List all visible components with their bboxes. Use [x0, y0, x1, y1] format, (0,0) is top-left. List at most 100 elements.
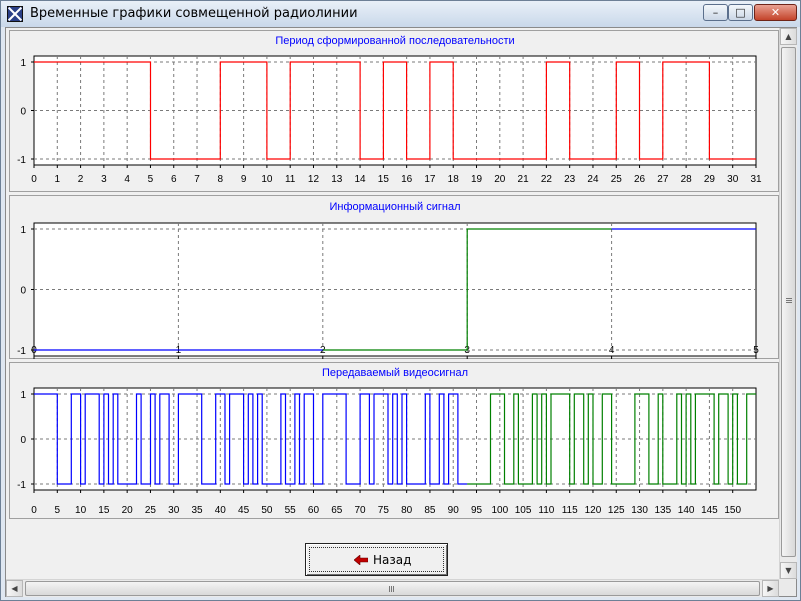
sequence-period-x-tick-label: 0 [31, 174, 37, 185]
video-signal-x-tick-label: 5 [55, 505, 61, 516]
video-signal-x-tick-label: 65 [331, 505, 343, 516]
video-signal-x-tick-label: 100 [491, 505, 508, 516]
sequence-period-x-tick-label: 28 [681, 174, 693, 185]
app-icon[interactable] [7, 6, 23, 22]
vertical-scroll-thumb[interactable] [781, 47, 796, 557]
video-signal-x-tick-label: 120 [585, 505, 602, 516]
sequence-period-x-tick-label: 14 [355, 174, 367, 185]
sequence-period-x-tick-label: 21 [518, 174, 530, 185]
sequence-period-x-tick-label: 12 [308, 174, 320, 185]
video-signal-x-tick-label: 135 [654, 505, 671, 516]
video-signal-x-tick-label: 55 [285, 505, 297, 516]
video-signal-x-tick-label: 90 [448, 505, 460, 516]
information-signal-y-tick-label: 1 [20, 225, 26, 236]
video-signal-x-tick-label: 85 [424, 505, 436, 516]
sequence-period-x-tick-label: 9 [241, 174, 247, 185]
scrollbar-corner [779, 579, 796, 596]
sequence-period-x-tick-label: 24 [587, 174, 599, 185]
video-signal-x-tick-label: 105 [515, 505, 532, 516]
sequence-period-x-tick-label: 8 [218, 174, 224, 185]
title-bar[interactable]: Временные графики совмещенной радиолинии… [1, 1, 800, 27]
video-signal-x-tick-label: 40 [215, 505, 227, 516]
video-signal-x-tick-label: 35 [191, 505, 203, 516]
sequence-period-chart: Период сформированной последовательности… [17, 35, 762, 185]
video-signal-x-tick-label: 125 [608, 505, 625, 516]
sequence-period-y-tick-label: 1 [20, 58, 26, 69]
video-signal-x-tick-label: 0 [31, 505, 37, 516]
scroll-down-button[interactable]: ▼ [780, 562, 797, 579]
scroll-up-button[interactable]: ▲ [780, 28, 797, 45]
information-signal-y-tick-label: -1 [17, 346, 26, 357]
sequence-period-x-tick-label: 23 [564, 174, 576, 185]
sequence-period-x-tick-label: 4 [124, 174, 130, 185]
chart-panel-transmitted-video-signal: Передаваемый видеосигнал 0 5 10 15 20 25 30 35 40… [9, 362, 779, 519]
app-window: Временные графики совмещенной радиолинии… [0, 0, 801, 601]
video-signal-x-tick-label: 15 [98, 505, 110, 516]
chart-panel-sequence-period: Период сформированной последовательности… [9, 30, 779, 192]
sequence-period-x-tick-label: 26 [634, 174, 646, 185]
video-signal-x-tick-label: 95 [471, 505, 483, 516]
sequence-period-x-tick-label: 17 [424, 174, 436, 185]
sequence-period-x-tick-label: 22 [541, 174, 553, 185]
sequence-period-x-tick-label: 19 [471, 174, 483, 185]
video-signal-x-tick-label: 150 [724, 505, 741, 516]
video-signal-x-tick-label: 60 [308, 505, 320, 516]
information-signal-chart-title: Информационный сигнал [329, 201, 460, 213]
window-title: Временные графики совмещенной радиолинии [30, 6, 358, 21]
sequence-period-chart-title: Период сформированной последовательности [275, 35, 514, 47]
sequence-period-x-tick-label: 29 [704, 174, 716, 185]
video-signal-y-tick-label: 0 [20, 435, 26, 446]
video-signal-x-tick-label: 145 [701, 505, 718, 516]
scroll-right-button[interactable]: ▶ [762, 580, 779, 597]
horizontal-scrollbar[interactable]: ◀ ▶ [6, 579, 779, 597]
sequence-period-x-tick-label: 11 [285, 174, 296, 185]
sequence-period-x-tick-label: 20 [494, 174, 506, 185]
video-signal-x-tick-label: 10 [75, 505, 87, 516]
scroll-left-button[interactable]: ◀ [6, 580, 23, 597]
video-signal-y-tick-label: 1 [20, 390, 26, 401]
video-signal-chart-title: Передаваемый видеосигнал [322, 367, 468, 379]
sequence-period-x-tick-label: 6 [171, 174, 177, 185]
sequence-period-x-tick-label: 27 [657, 174, 669, 185]
maximize-button[interactable]: □ [728, 4, 753, 21]
sequence-period-x-tick-label: 5 [148, 174, 154, 185]
video-signal-x-tick-label: 75 [378, 505, 390, 516]
video-signal-x-tick-label: 45 [238, 505, 250, 516]
video-signal-x-tick-label: 25 [145, 505, 157, 516]
sequence-period-x-tick-label: 31 [750, 174, 762, 185]
video-signal-y-tick-label: -1 [17, 480, 26, 491]
sequence-period-y-tick-label: 0 [20, 107, 26, 118]
vertical-scrollbar[interactable]: ▲ ▼ [779, 28, 797, 579]
video-signal-x-tick-label: 50 [261, 505, 273, 516]
client-area: Период сформированной последовательности… [5, 27, 797, 597]
minimize-button[interactable]: – [703, 4, 728, 21]
back-button-label: Назад [373, 553, 412, 567]
sequence-period-x-tick-label: 16 [401, 174, 413, 185]
sequence-period-x-tick-label: 18 [448, 174, 460, 185]
sequence-period-x-tick-label: 10 [261, 174, 273, 185]
sequence-period-x-tick-label: 7 [194, 174, 200, 185]
sequence-period-x-tick-label: 30 [727, 174, 739, 185]
sequence-period-x-tick-label: 15 [378, 174, 390, 185]
video-signal-x-tick-label: 115 [562, 505, 578, 516]
video-signal-x-tick-label: 20 [122, 505, 134, 516]
video-signal-x-tick-label: 130 [631, 505, 648, 516]
horizontal-scroll-thumb[interactable] [25, 581, 760, 596]
video-signal-x-tick-label: 110 [538, 505, 554, 516]
video-signal-x-tick-label: 70 [355, 505, 367, 516]
sequence-period-x-tick-label: 25 [611, 174, 623, 185]
video-signal-x-tick-label: 140 [678, 505, 695, 516]
back-button[interactable]: Назад [305, 543, 448, 576]
video-signal-x-tick-label: 80 [401, 505, 413, 516]
sequence-period-x-tick-label: 3 [101, 174, 107, 185]
video-signal-x-tick-label: 30 [168, 505, 180, 516]
information-signal-chart: Информационный сигнал01234510-1 [17, 201, 759, 359]
sequence-period-x-tick-label: 1 [55, 174, 61, 185]
sequence-period-x-tick-label: 2 [78, 174, 84, 185]
back-arrow-icon [354, 555, 368, 565]
information-signal-y-tick-label: 0 [20, 286, 26, 297]
sequence-period-x-tick-label: 13 [331, 174, 343, 185]
close-button[interactable]: ✕ [754, 4, 797, 21]
chart-panel-information-signal: Информационный сигнал01234510-1 [9, 195, 779, 359]
transmitted-video-signal-chart: Передаваемый видеосигнал0 5 10 15 20 25 30 35 40… [17, 367, 757, 516]
